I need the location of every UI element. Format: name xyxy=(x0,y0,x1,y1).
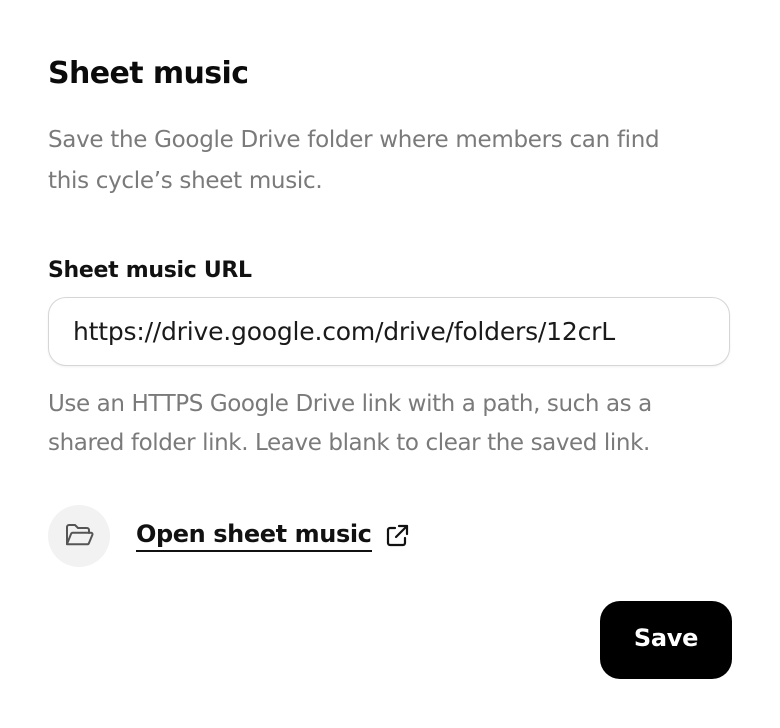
external-link-icon[interactable] xyxy=(384,523,410,549)
folder-open-icon xyxy=(48,505,110,567)
section-title: Sheet music xyxy=(48,56,249,91)
url-field-hint: Use an HTTPS Google Drive link with a pa… xyxy=(48,391,652,456)
save-button[interactable]: Save xyxy=(600,601,732,679)
sheet-music-url-label: Sheet music URL xyxy=(48,258,252,283)
sheet-music-url-input[interactable] xyxy=(48,297,730,366)
sheet-music-panel: Sheet music Save the Google Drive folder… xyxy=(48,0,732,728)
open-sheet-music-link[interactable]: Open sheet music xyxy=(136,520,372,552)
section-description: Save the Google Drive folder where membe… xyxy=(48,127,660,194)
open-sheet-music-row: Open sheet music xyxy=(48,504,410,568)
